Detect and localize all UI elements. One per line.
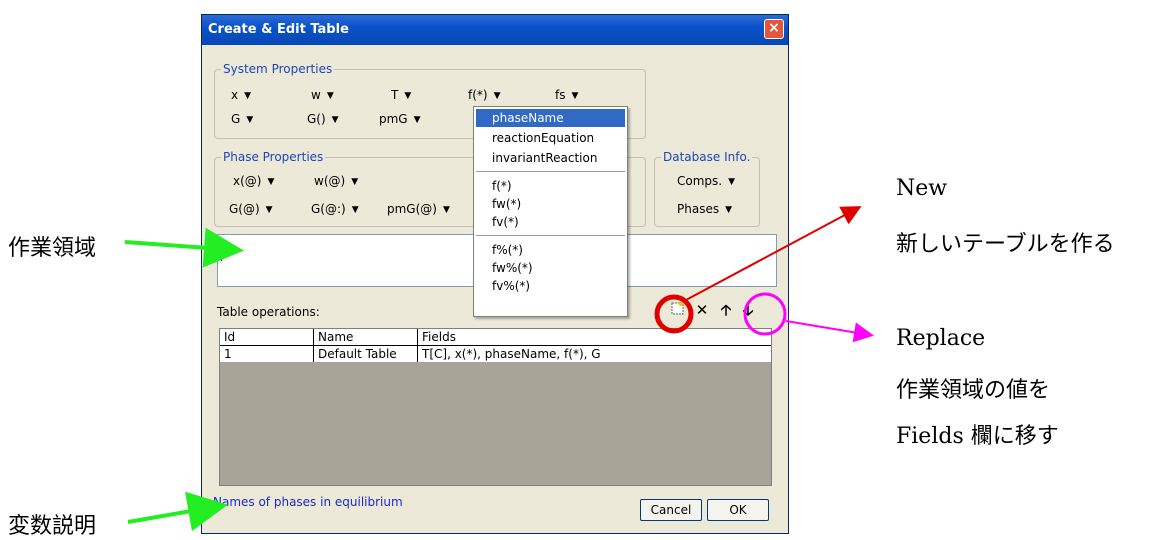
new-annotation-title: New — [896, 176, 948, 201]
cell-id[interactable]: 1 — [220, 346, 314, 362]
cancel-button[interactable]: Cancel — [640, 499, 702, 521]
menu-item-f-percent[interactable]: f%(*) — [476, 241, 625, 259]
menu-item-reactionequation[interactable]: reactionEquation — [476, 129, 625, 147]
table-row[interactable]: 1 Default Table T[C], x(*), phaseName, f… — [220, 346, 771, 362]
table-header-row: Id Name Fields — [220, 329, 771, 346]
dropdown-arrow-icon: ▼ — [267, 177, 275, 187]
dropdown-g-at[interactable]: G(@) ▼ — [229, 202, 273, 216]
dropdown-pmg-at[interactable]: pmG(@) ▼ — [387, 202, 450, 216]
dropdown-g[interactable]: G ▼ — [231, 112, 253, 126]
dropdown-g-paren[interactable]: G() ▼ — [307, 112, 339, 126]
dropdown-arrow-icon: ▼ — [571, 91, 579, 101]
dropdown-arrow-icon: ▼ — [246, 115, 254, 125]
column-header-fields[interactable]: Fields — [418, 329, 771, 345]
replace-annotation-desc2: Fields 欄に移す — [896, 424, 1059, 449]
variable-description-annotation: 変数説明 — [8, 514, 97, 539]
new-table-icon[interactable] — [669, 301, 687, 319]
dropdown-x-at[interactable]: x(@) ▼ — [233, 174, 274, 188]
dropdown-arrow-icon: ▼ — [413, 115, 421, 125]
menu-item-fv[interactable]: fv(*) — [476, 213, 625, 231]
dropdown-phases[interactable]: Phases ▼ — [677, 202, 732, 216]
dialog-title: Create & Edit Table — [208, 22, 349, 37]
create-edit-table-dialog: Create & Edit Table × System Properties … — [201, 14, 789, 534]
dropdown-arrow-icon: ▼ — [442, 205, 450, 215]
menu-item-fw-percent[interactable]: fw%(*) — [476, 259, 625, 277]
column-header-name[interactable]: Name — [314, 329, 418, 345]
menu-separator — [476, 235, 625, 236]
menu-item-fv-percent[interactable]: fv%(*) — [476, 277, 625, 295]
replace-down-icon[interactable]: 🡣 — [739, 301, 757, 319]
move-up-icon[interactable]: 🡡 — [717, 301, 735, 319]
system-properties-legend: System Properties — [221, 62, 335, 76]
menu-item-f[interactable]: f(*) — [476, 177, 625, 195]
variable-description-text: Names of phases in equilibrium — [213, 495, 403, 509]
dropdown-arrow-icon: ▼ — [351, 177, 359, 187]
replace-arrow — [785, 320, 874, 343]
dropdown-w-at[interactable]: w(@) ▼ — [314, 174, 358, 188]
dropdown-arrow-icon: ▼ — [725, 205, 733, 215]
dropdown-arrow-icon: ▼ — [326, 91, 334, 101]
dropdown-arrow-icon: ▼ — [728, 177, 736, 187]
close-button[interactable]: × — [764, 19, 784, 39]
replace-annotation-title: Replace — [896, 326, 986, 351]
replace-annotation-desc1: 作業領域の値を — [896, 378, 1051, 403]
dropdown-pmg[interactable]: pmG ▼ — [379, 112, 421, 126]
title-bar: Create & Edit Table × — [202, 15, 788, 45]
dropdown-fs[interactable]: fs ▼ — [555, 88, 578, 102]
dropdown-arrow-icon: ▼ — [265, 205, 273, 215]
menu-item-fw[interactable]: fw(*) — [476, 195, 625, 213]
work-area-annotation: 作業領域 — [8, 236, 97, 261]
dropdown-menu: phaseName reactionEquation invariantReac… — [473, 106, 628, 317]
ok-button[interactable]: OK — [707, 499, 769, 521]
text-caret — [221, 247, 222, 261]
database-info-group: Database Info. Comps. ▼ Phases ▼ — [654, 150, 760, 227]
menu-item-invariantreaction[interactable]: invariantReaction — [476, 149, 625, 167]
menu-item-phasename[interactable]: phaseName — [476, 109, 625, 127]
phase-properties-legend: Phase Properties — [221, 150, 326, 164]
dropdown-arrow-icon: ▼ — [493, 91, 501, 101]
table-operations-label: Table operations: — [217, 305, 320, 319]
delete-icon[interactable]: ✕ — [693, 301, 711, 319]
cell-name[interactable]: Default Table — [314, 346, 418, 362]
dropdown-arrow-icon: ▼ — [351, 205, 359, 215]
dropdown-f[interactable]: f(*) ▼ — [468, 88, 501, 102]
dropdown-g-at-colon[interactable]: G(@:) ▼ — [311, 202, 359, 216]
menu-separator — [476, 171, 625, 172]
database-info-legend: Database Info. — [661, 150, 753, 164]
dropdown-t[interactable]: T ▼ — [391, 88, 411, 102]
dropdown-arrow-icon: ▼ — [244, 91, 252, 101]
dropdown-comps[interactable]: Comps. ▼ — [677, 174, 735, 188]
dropdown-arrow-icon: ▼ — [404, 91, 412, 101]
column-header-id[interactable]: Id — [220, 329, 314, 345]
cell-fields[interactable]: T[C], x(*), phaseName, f(*), G — [418, 346, 771, 362]
tables-grid: Id Name Fields 1 Default Table T[C], x(*… — [219, 328, 772, 486]
dropdown-arrow-icon: ▼ — [331, 115, 339, 125]
dropdown-w[interactable]: w ▼ — [311, 88, 334, 102]
new-annotation-desc: 新しいテーブルを作る — [896, 232, 1115, 257]
dropdown-x[interactable]: x ▼ — [231, 88, 251, 102]
